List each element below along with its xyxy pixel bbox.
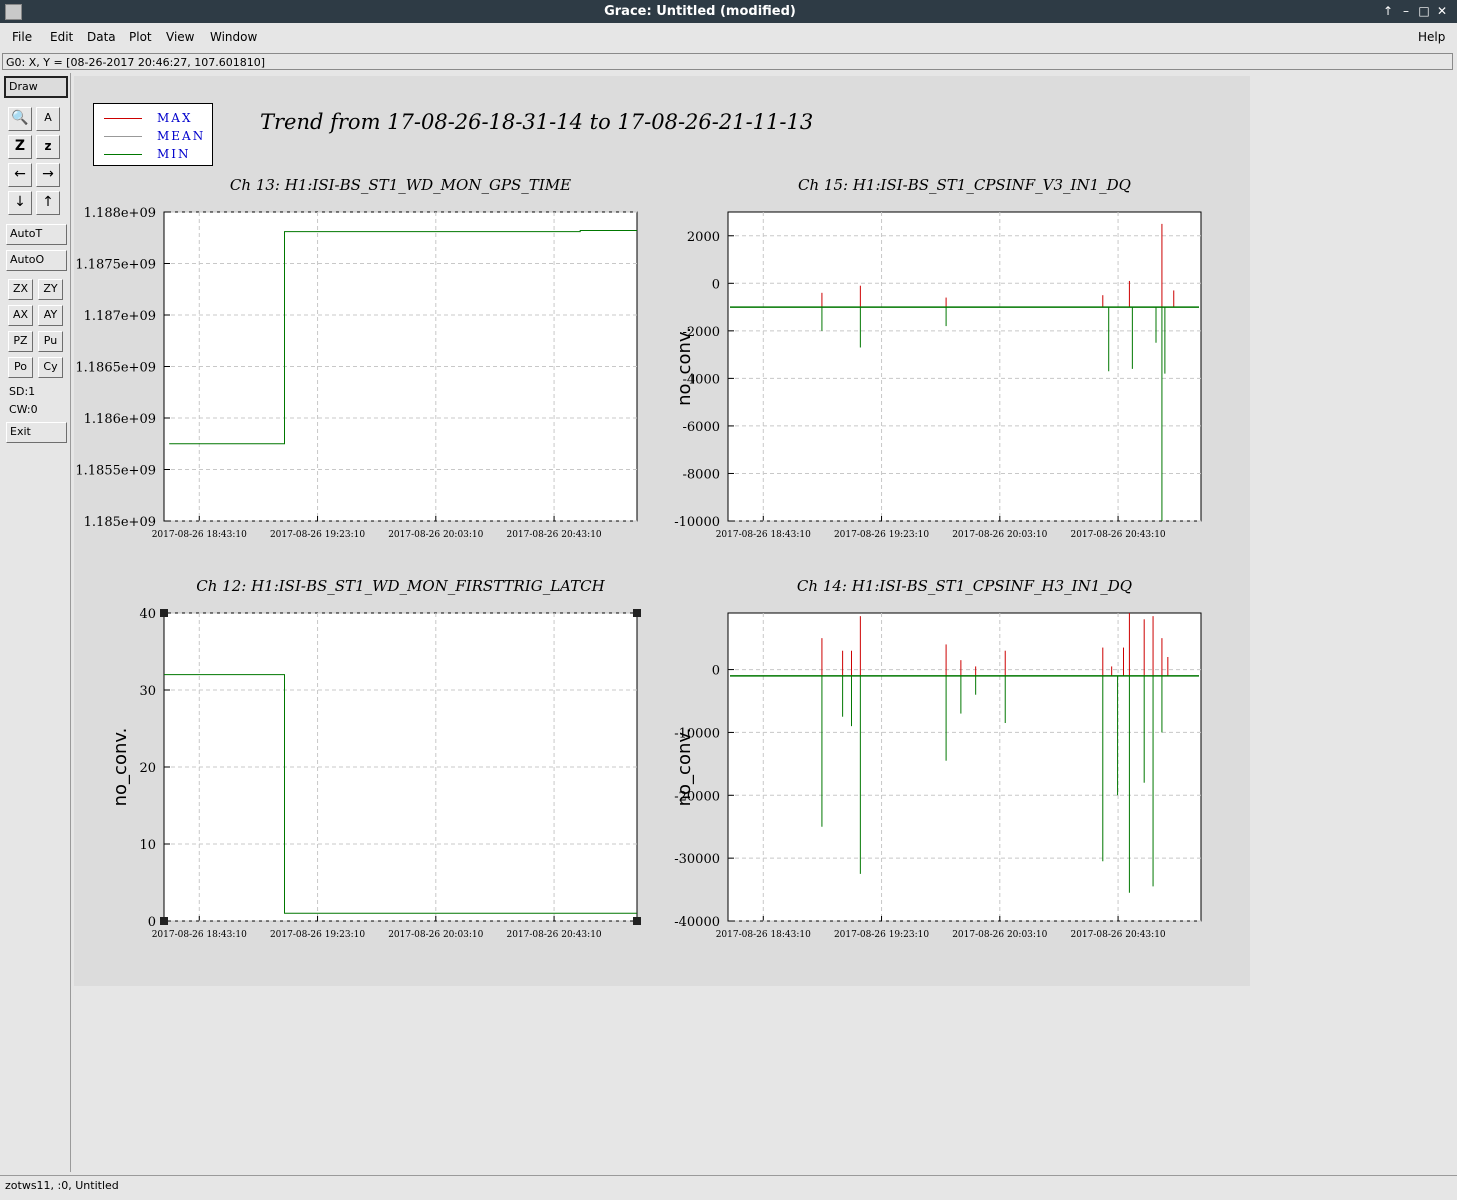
- x-tick-label: 2017-08-26 18:43:10: [716, 930, 811, 940]
- plot-frame: [727, 612, 1202, 922]
- plots-svg: 2017-08-26 18:43:10 2017-08-26 19:23:10 20…: [75, 176, 1202, 940]
- y-tick-label: 1.185e+09: [84, 515, 156, 530]
- plot-frame: [727, 211, 1202, 522]
- x-tick-label: 2017-08-26 20:03:10: [952, 530, 1047, 540]
- selection-handle: [633, 609, 641, 617]
- x-tick-label: 2017-08-26 20:03:10: [952, 930, 1047, 940]
- selection-handle: [160, 917, 168, 925]
- x-tick-label: 2017-08-26 20:43:10: [506, 530, 601, 540]
- y-tick-label: 1.188e+09: [84, 206, 156, 221]
- y-tick-label: -10000: [674, 515, 720, 530]
- status-bar: zotws11, :0, Untitled: [0, 1175, 1457, 1197]
- x-tick-label: 2017-08-26 20:43:10: [1070, 930, 1165, 940]
- x-tick-label: 2017-08-26 18:43:10: [716, 530, 811, 540]
- selection-handle: [633, 917, 641, 925]
- y-tick-label: 10: [139, 838, 156, 853]
- y-axis-label: no_conv.: [674, 327, 695, 406]
- plot-title: Ch 13: H1:ISI-BS_ST1_WD_MON_GPS_TIME: [230, 176, 571, 194]
- y-tick-label: -6000: [683, 420, 720, 435]
- y-tick-label: 0: [148, 915, 156, 930]
- y-axis-label: no_conv.: [110, 728, 131, 807]
- plot-title: Ch 15: H1:ISI-BS_ST1_CPSINF_V3_IN1_DQ: [798, 176, 1131, 194]
- x-tick-label: 2017-08-26 20:43:10: [506, 930, 601, 940]
- y-tick-label: 1.186e+09: [84, 412, 156, 427]
- y-tick-label: -40000: [674, 915, 720, 930]
- x-tick-label: 2017-08-26 18:43:10: [152, 930, 247, 940]
- y-tick-label: 0: [712, 277, 720, 292]
- y-tick-label: 1.187e+09: [84, 309, 156, 324]
- x-tick-label: 2017-08-26 19:23:10: [270, 530, 365, 540]
- y-tick-label: -8000: [683, 467, 720, 482]
- plot-title: Ch 14: H1:ISI-BS_ST1_CPSINF_H3_IN1_DQ: [797, 577, 1132, 595]
- x-tick-label: 2017-08-26 18:43:10: [152, 530, 247, 540]
- y-tick-label: -30000: [674, 852, 720, 867]
- x-tick-label: 2017-08-26 20:03:10: [388, 930, 483, 940]
- y-tick-label: 1.1865e+09: [75, 361, 156, 376]
- x-tick-label: 2017-08-26 20:43:10: [1070, 530, 1165, 540]
- plot-title: Ch 12: H1:ISI-BS_ST1_WD_MON_FIRSTTRIG_LA…: [196, 577, 605, 595]
- y-tick-label: 20: [139, 761, 156, 776]
- y-tick-label: 1.1855e+09: [75, 464, 156, 479]
- y-axis-label: no_conv.: [674, 728, 695, 807]
- x-tick-label: 2017-08-26 20:03:10: [388, 530, 483, 540]
- selection-handle: [160, 609, 168, 617]
- x-tick-label: 2017-08-26 19:23:10: [270, 930, 365, 940]
- y-tick-label: 0: [712, 664, 720, 679]
- y-tick-label: 2000: [687, 230, 720, 245]
- x-tick-label: 2017-08-26 19:23:10: [834, 930, 929, 940]
- x-tick-label: 2017-08-26 19:23:10: [834, 530, 929, 540]
- y-tick-label: 40: [139, 607, 156, 622]
- y-tick-label: 30: [139, 684, 156, 699]
- y-tick-label: 1.1875e+09: [75, 258, 156, 273]
